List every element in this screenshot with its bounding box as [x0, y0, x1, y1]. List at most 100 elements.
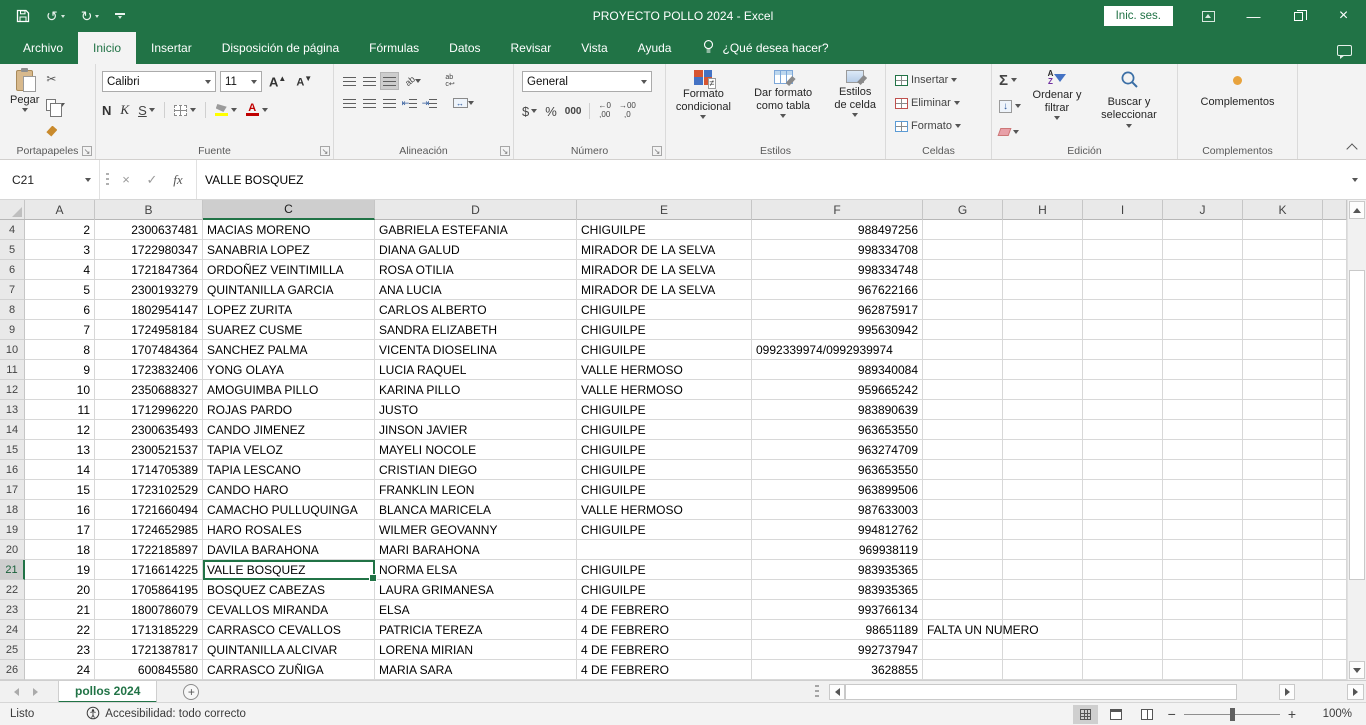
redo-icon[interactable]: ↻ — [81, 8, 100, 25]
scroll-left-icon[interactable] — [829, 684, 845, 700]
cell-E21[interactable]: CHIGUILPE — [577, 560, 752, 580]
cell-C11[interactable]: YONG OLAYA — [203, 360, 375, 380]
number-format-select[interactable]: General — [522, 71, 652, 92]
cell-A20[interactable]: 18 — [25, 540, 95, 560]
zoom-level[interactable]: 100% — [1316, 708, 1352, 720]
cell-D6[interactable]: ROSA OTILIA — [375, 260, 577, 280]
scroll-up-icon[interactable] — [1349, 201, 1365, 219]
row-header-19[interactable]: 19 — [0, 520, 25, 540]
row-header-23[interactable]: 23 — [0, 600, 25, 620]
increase-indent-button[interactable]: ⇥ — [420, 94, 439, 112]
cell-I19[interactable] — [1083, 520, 1163, 540]
cell-B25[interactable]: 1721387817 — [95, 640, 203, 660]
cell-K24[interactable] — [1243, 620, 1323, 640]
cell-C4[interactable]: MACIAS MORENO — [203, 220, 375, 240]
cell-H16[interactable] — [1003, 460, 1083, 480]
cell-A14[interactable]: 12 — [25, 420, 95, 440]
cell-partial-16[interactable] — [1323, 460, 1347, 480]
cell-J16[interactable] — [1163, 460, 1243, 480]
cell-J19[interactable] — [1163, 520, 1243, 540]
cell-A11[interactable]: 9 — [25, 360, 95, 380]
cell-E10[interactable]: CHIGUILPE — [577, 340, 752, 360]
cell-F24[interactable]: 98651189 — [752, 620, 923, 640]
cell-K10[interactable] — [1243, 340, 1323, 360]
tab-datos[interactable]: Datos — [434, 32, 495, 64]
row-header-11[interactable]: 11 — [0, 360, 25, 380]
insert-function-icon[interactable]: fx — [166, 172, 190, 188]
cell-A25[interactable]: 23 — [25, 640, 95, 660]
cell-B21[interactable]: 1716614225 — [95, 560, 203, 580]
cell-C19[interactable]: HARO ROSALES — [203, 520, 375, 540]
cell-C12[interactable]: AMOGUIMBA PILLO — [203, 380, 375, 400]
cell-A22[interactable]: 20 — [25, 580, 95, 600]
format-as-table-button[interactable]: Dar formato como tabla — [743, 67, 823, 143]
restore-button[interactable] — [1276, 0, 1321, 32]
cell-F6[interactable]: 998334748 — [752, 260, 923, 280]
cell-D7[interactable]: ANA LUCIA — [375, 280, 577, 300]
cell-F5[interactable]: 998334708 — [752, 240, 923, 260]
cell-G5[interactable] — [923, 240, 1003, 260]
row-header-21[interactable]: 21 — [0, 560, 25, 580]
cell-K16[interactable] — [1243, 460, 1323, 480]
cell-A17[interactable]: 15 — [25, 480, 95, 500]
cell-E11[interactable]: VALLE HERMOSO — [577, 360, 752, 380]
cell-K23[interactable] — [1243, 600, 1323, 620]
cell-F22[interactable]: 983935365 — [752, 580, 923, 600]
cell-partial-18[interactable] — [1323, 500, 1347, 520]
cell-H11[interactable] — [1003, 360, 1083, 380]
cell-I8[interactable] — [1083, 300, 1163, 320]
format-cells-button[interactable]: Formato — [892, 116, 989, 136]
column-header-F[interactable]: F — [752, 200, 923, 220]
copy-button[interactable] — [43, 95, 68, 115]
cell-partial-17[interactable] — [1323, 480, 1347, 500]
cell-F14[interactable]: 963653550 — [752, 420, 923, 440]
cell-E15[interactable]: CHIGUILPE — [577, 440, 752, 460]
cell-H22[interactable] — [1003, 580, 1083, 600]
cell-F9[interactable]: 995630942 — [752, 320, 923, 340]
cell-partial-19[interactable] — [1323, 520, 1347, 540]
cell-B18[interactable]: 1721660494 — [95, 500, 203, 520]
cell-A23[interactable]: 21 — [25, 600, 95, 620]
page-break-view-icon[interactable] — [1135, 705, 1160, 724]
cancel-icon[interactable]: × — [114, 172, 138, 187]
cell-I26[interactable] — [1083, 660, 1163, 680]
cell-I11[interactable] — [1083, 360, 1163, 380]
cell-H20[interactable] — [1003, 540, 1083, 560]
cell-partial-7[interactable] — [1323, 280, 1347, 300]
cell-D24[interactable]: PATRICIA TEREZA — [375, 620, 577, 640]
cell-F11[interactable]: 989340084 — [752, 360, 923, 380]
cell-A4[interactable]: 2 — [25, 220, 95, 240]
row-header-7[interactable]: 7 — [0, 280, 25, 300]
cell-E24[interactable]: 4 DE FEBRERO — [577, 620, 752, 640]
tab-vista[interactable]: Vista — [566, 32, 622, 64]
cell-partial-13[interactable] — [1323, 400, 1347, 420]
formula-input[interactable]: VALLE BOSQUEZ — [197, 160, 1344, 199]
cell-J13[interactable] — [1163, 400, 1243, 420]
cell-D12[interactable]: KARINA PILLO — [375, 380, 577, 400]
font-family-select[interactable]: Calibri — [102, 71, 216, 92]
cell-B26[interactable]: 600845580 — [95, 660, 203, 680]
cell-A16[interactable]: 14 — [25, 460, 95, 480]
cell-K26[interactable] — [1243, 660, 1323, 680]
cell-J9[interactable] — [1163, 320, 1243, 340]
tab-inicio[interactable]: Inicio — [78, 32, 136, 64]
row-header-15[interactable]: 15 — [0, 440, 25, 460]
tab-archivo[interactable]: Archivo — [8, 32, 78, 64]
cell-J23[interactable] — [1163, 600, 1243, 620]
cell-K8[interactable] — [1243, 300, 1323, 320]
cell-E25[interactable]: 4 DE FEBRERO — [577, 640, 752, 660]
cell-A5[interactable]: 3 — [25, 240, 95, 260]
cell-I4[interactable] — [1083, 220, 1163, 240]
cell-A12[interactable]: 10 — [25, 380, 95, 400]
cell-A7[interactable]: 5 — [25, 280, 95, 300]
cell-I7[interactable] — [1083, 280, 1163, 300]
row-header-24[interactable]: 24 — [0, 620, 25, 640]
cell-partial-6[interactable] — [1323, 260, 1347, 280]
minimize-button[interactable]: — — [1231, 0, 1276, 32]
name-box[interactable]: C21 — [0, 160, 100, 199]
select-all-corner[interactable] — [0, 200, 25, 219]
number-dialog-launcher[interactable]: ↘ — [652, 146, 662, 156]
row-header-25[interactable]: 25 — [0, 640, 25, 660]
accessibility-status[interactable]: Accesibilidad: todo correcto — [86, 706, 246, 723]
zoom-slider[interactable] — [1184, 714, 1280, 715]
